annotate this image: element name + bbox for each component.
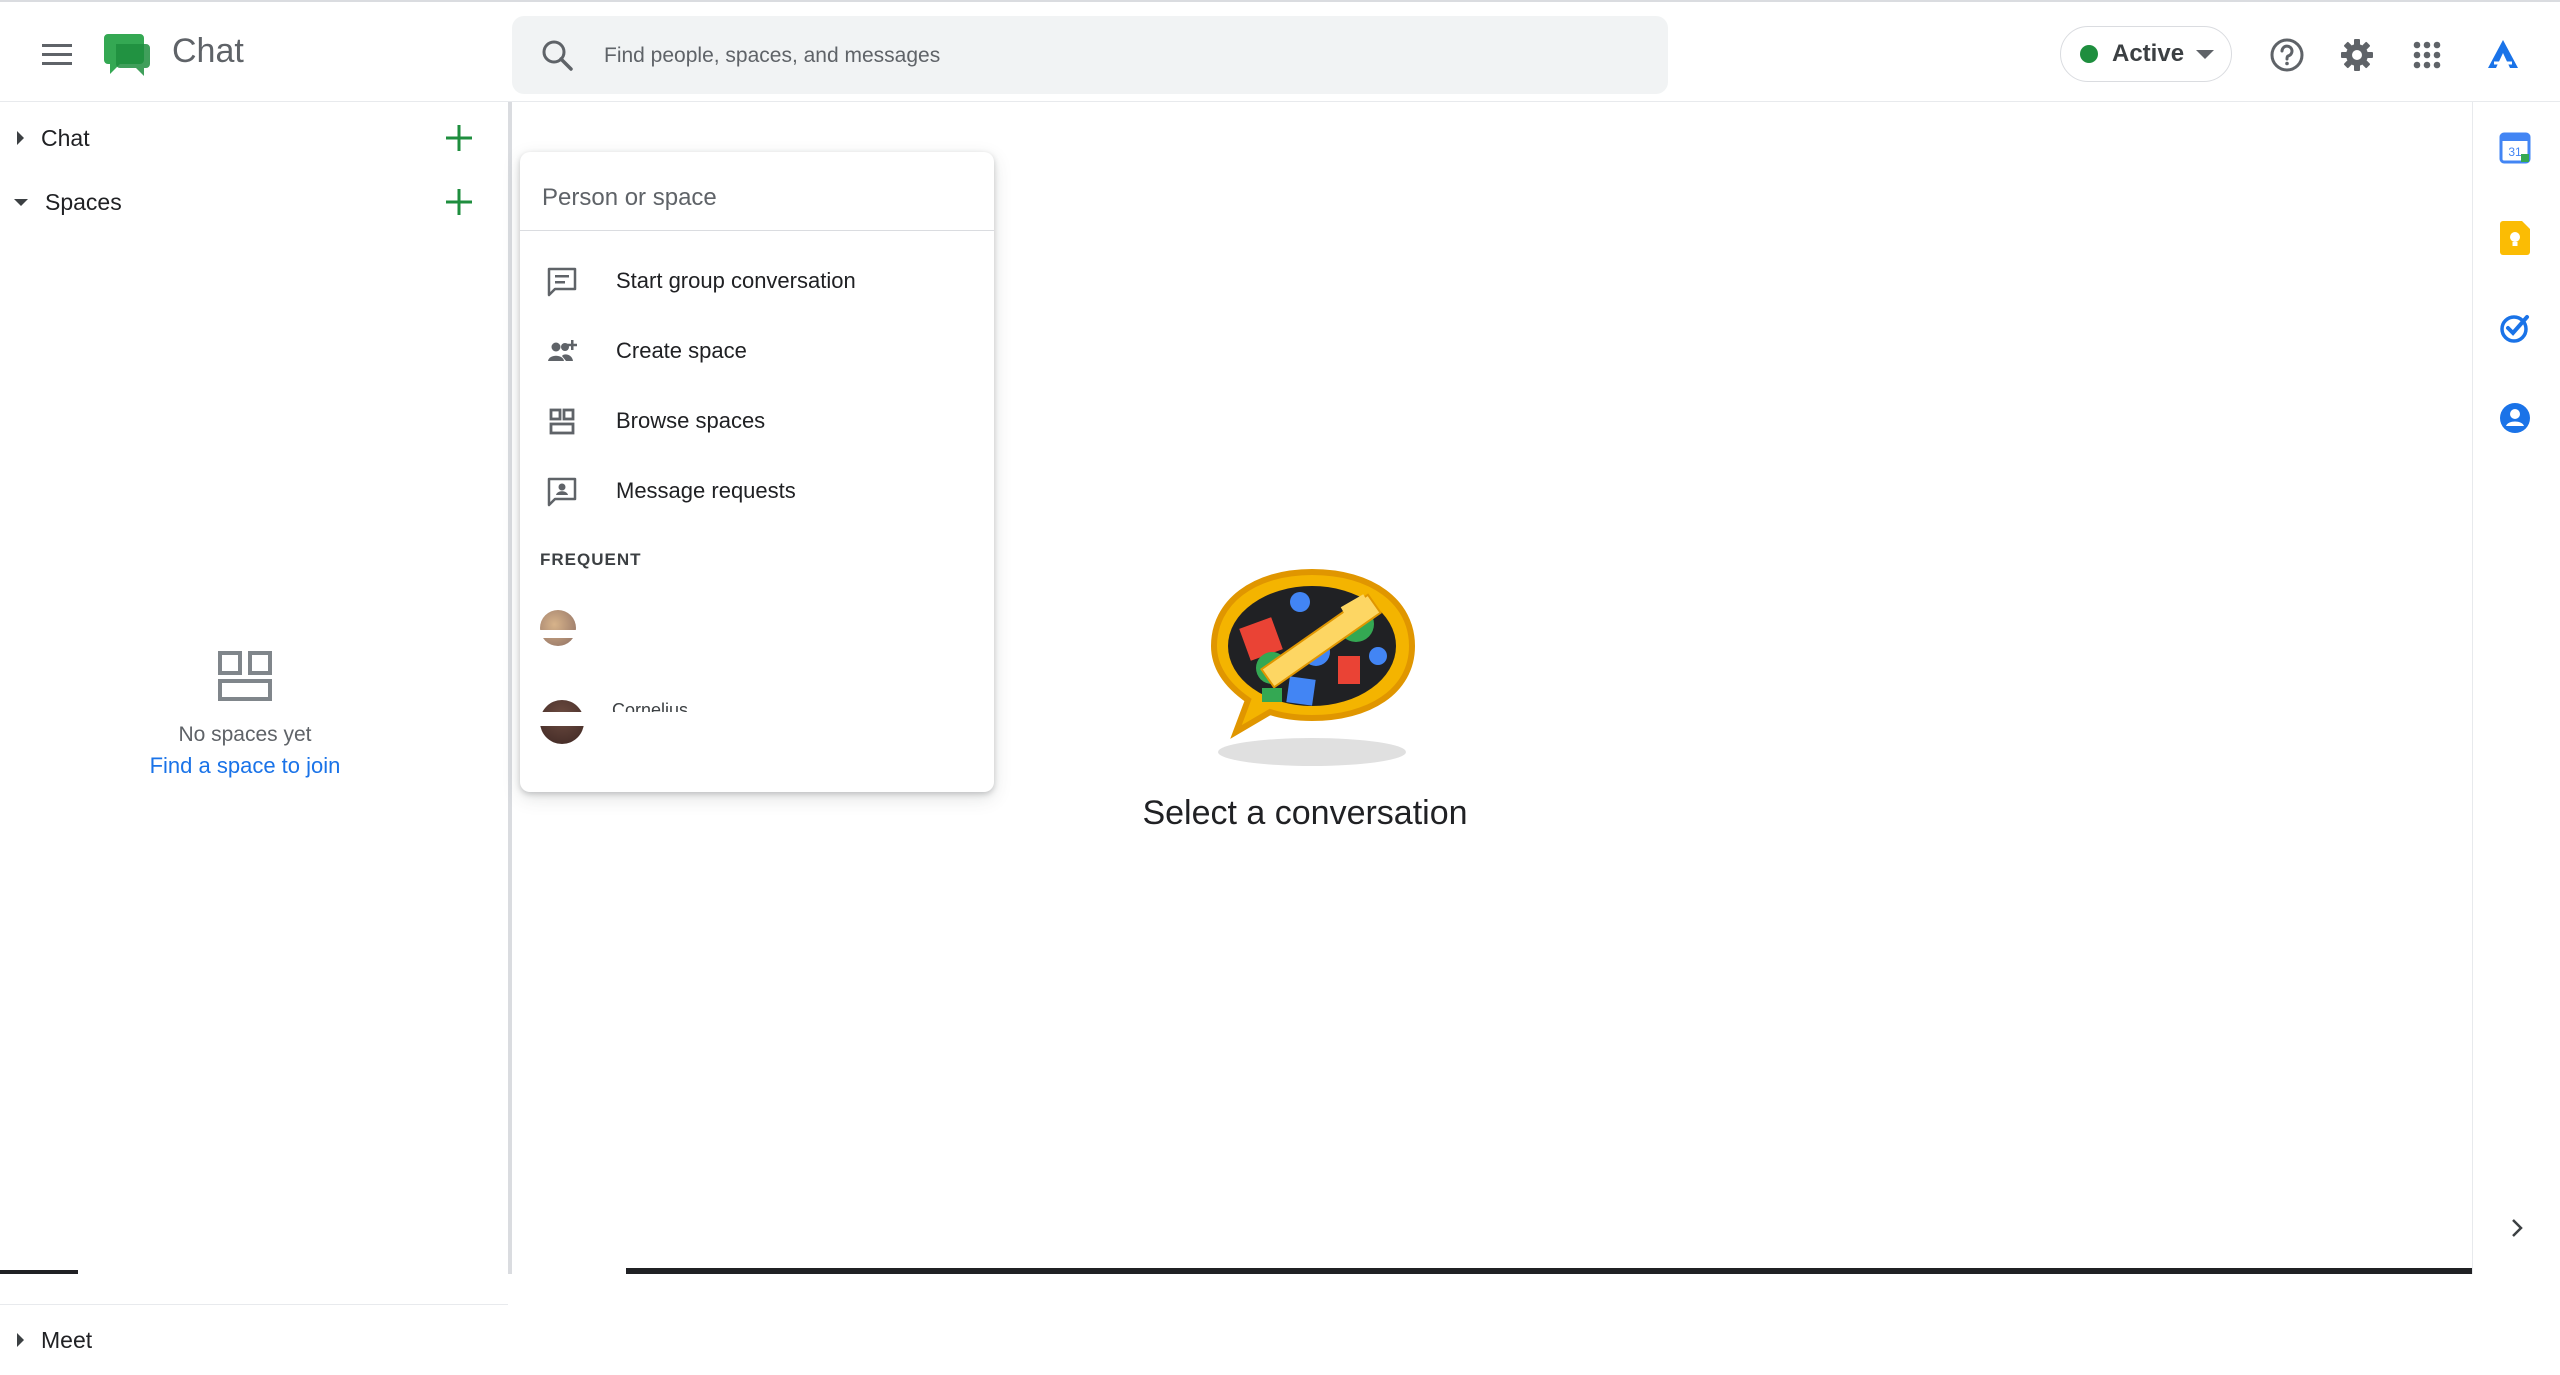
hamburger-menu-icon <box>42 44 72 65</box>
help-icon <box>2270 38 2304 72</box>
expand-panel-button[interactable] <box>2497 1208 2537 1248</box>
render-artifact <box>520 712 994 726</box>
calendar-icon: 31 <box>2499 132 2531 164</box>
sidebar-section-label: Spaces <box>45 188 122 215</box>
contacts-icon <box>2500 403 2530 433</box>
create-space-icon <box>548 340 577 361</box>
chevron-down-icon <box>2196 49 2215 59</box>
status-dropdown[interactable]: Active <box>2060 26 2232 82</box>
apps-grid-icon <box>2413 41 2441 69</box>
tasks-icon <box>2500 315 2529 343</box>
tasks-button[interactable] <box>2495 308 2535 348</box>
sidebar-section-meet[interactable]: Meet <box>0 1304 508 1375</box>
bottom-edge-bar <box>626 1268 2472 1274</box>
status-dot <box>2080 45 2098 63</box>
sidebar: Chat Spaces No spaces yet Find a space t… <box>0 102 512 1353</box>
conversation-illustration <box>1210 568 1416 766</box>
empty-spaces-panel: No spaces yet Find a space to join <box>0 650 490 779</box>
spaces-empty-icon <box>218 651 272 701</box>
contacts-button[interactable] <box>2495 398 2535 438</box>
avatar <box>540 610 576 646</box>
bottom-edge-bar <box>0 1270 78 1274</box>
search-input[interactable] <box>602 16 1646 96</box>
chevron-right-icon <box>2512 1219 2523 1237</box>
render-artifact <box>580 652 994 660</box>
sidebar-section-chat[interactable]: Chat <box>0 110 508 166</box>
top-bar: Chat Active <box>0 0 2560 102</box>
menu-item-label: Message requests <box>616 478 796 503</box>
keep-icon <box>2500 221 2530 255</box>
message-requests-item[interactable]: Message requests <box>520 456 994 526</box>
sidebar-section-label: Meet <box>41 1326 93 1353</box>
app-title: Chat <box>172 32 244 70</box>
empty-state-title: Select a conversation <box>1142 794 1468 832</box>
new-chat-button[interactable] <box>440 119 478 157</box>
find-space-link[interactable]: Find a space to join <box>0 753 490 779</box>
calendar-day-label: 31 <box>2508 145 2522 159</box>
frequent-heading: FREQUENT <box>540 550 642 569</box>
settings-icon <box>2341 39 2373 71</box>
sidebar-section-label: Chat <box>41 124 90 151</box>
account-button[interactable] <box>2478 30 2528 80</box>
account-icon <box>2488 40 2518 68</box>
search-icon <box>542 40 573 71</box>
render-artifact <box>520 630 994 638</box>
person-or-space-input[interactable] <box>540 172 974 224</box>
render-artifact <box>520 748 994 778</box>
menu-item-label: Create space <box>616 338 747 363</box>
popup-divider <box>520 230 994 231</box>
empty-spaces-text: No spaces yet <box>178 723 312 746</box>
menu-item-label: Browse spaces <box>616 408 766 433</box>
chevron-right-icon <box>17 131 24 145</box>
calendar-button[interactable]: 31 <box>2495 128 2535 168</box>
status-label: Active <box>2112 40 2185 67</box>
menu-item-label: Start group conversation <box>616 268 856 293</box>
start-group-conversation-item[interactable]: Start group conversation <box>520 246 994 316</box>
chevron-down-icon <box>14 198 28 206</box>
help-button[interactable] <box>2262 30 2312 80</box>
apps-button[interactable] <box>2402 30 2452 80</box>
browse-spaces-icon <box>549 408 575 435</box>
sidebar-section-spaces[interactable]: Spaces <box>0 174 508 230</box>
message-requests-icon <box>547 477 577 507</box>
chevron-right-icon <box>17 1333 24 1347</box>
new-space-button[interactable] <box>440 183 478 221</box>
create-space-item[interactable]: Create space <box>520 316 994 386</box>
settings-button[interactable] <box>2332 30 2382 80</box>
main-menu-button[interactable] <box>30 28 84 82</box>
browse-spaces-item[interactable]: Browse spaces <box>520 386 994 456</box>
side-panel-rail: 31 <box>2472 102 2560 1274</box>
plus-icon <box>446 189 472 215</box>
plus-icon <box>446 125 472 151</box>
new-chat-popup: Start group conversation Create space Br… <box>520 152 994 792</box>
search-bar[interactable] <box>512 16 1668 96</box>
group-chat-icon <box>547 267 577 297</box>
chat-logo-icon <box>104 34 150 76</box>
keep-button[interactable] <box>2495 218 2535 258</box>
